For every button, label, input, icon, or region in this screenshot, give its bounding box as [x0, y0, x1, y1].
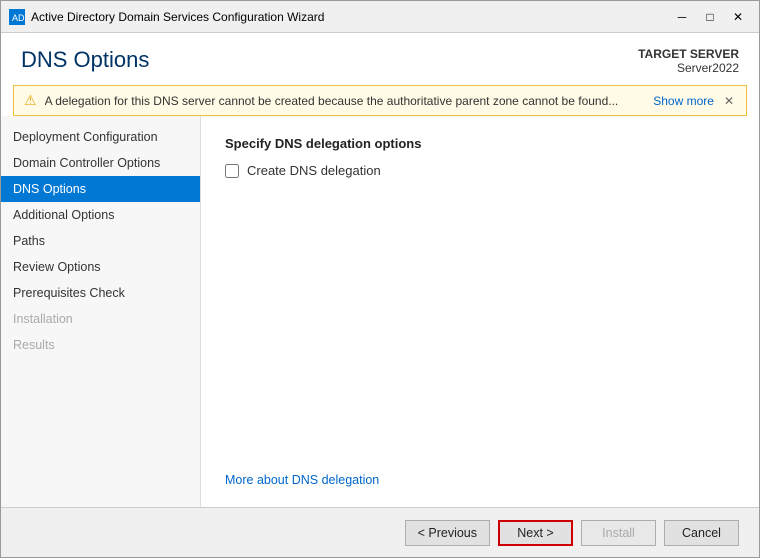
sidebar-item-paths[interactable]: Paths	[1, 228, 200, 254]
create-dns-delegation-label[interactable]: Create DNS delegation	[247, 163, 381, 178]
maximize-button[interactable]: □	[697, 7, 723, 27]
sidebar-item-prerequisites[interactable]: Prerequisites Check	[1, 280, 200, 306]
dns-delegation-row: Create DNS delegation	[225, 163, 735, 178]
server-label: TARGET SERVER	[638, 47, 739, 61]
close-button[interactable]: ✕	[725, 7, 751, 27]
previous-button[interactable]: < Previous	[405, 520, 490, 546]
server-name: Server2022	[638, 61, 739, 75]
content-spacer	[225, 194, 735, 473]
sidebar: Deployment Configuration Domain Controll…	[1, 116, 201, 507]
sidebar-item-domain-controller[interactable]: Domain Controller Options	[1, 150, 200, 176]
warning-icon: ⚠	[24, 92, 37, 109]
footer: < Previous Next > Install Cancel	[1, 507, 759, 557]
page-header: DNS Options TARGET SERVER Server2022	[1, 33, 759, 85]
warning-banner: ⚠ A delegation for this DNS server canno…	[13, 85, 747, 116]
server-info: TARGET SERVER Server2022	[638, 47, 739, 75]
next-button[interactable]: Next >	[498, 520, 573, 546]
window-title: Active Directory Domain Services Configu…	[31, 10, 669, 24]
section-title: Specify DNS delegation options	[225, 136, 735, 151]
minimize-button[interactable]: ─	[669, 7, 695, 27]
ad-icon: AD	[10, 10, 24, 24]
show-more-link[interactable]: Show more	[653, 94, 714, 108]
app-icon: AD	[9, 9, 25, 25]
cancel-button[interactable]: Cancel	[664, 520, 739, 546]
warning-message: A delegation for this DNS server cannot …	[45, 94, 646, 108]
content-area: Specify DNS delegation options Create DN…	[201, 116, 759, 507]
sidebar-item-deployment[interactable]: Deployment Configuration	[1, 124, 200, 150]
main-window: AD Active Directory Domain Services Conf…	[0, 0, 760, 558]
create-dns-delegation-checkbox[interactable]	[225, 164, 239, 178]
sidebar-item-installation: Installation	[1, 306, 200, 332]
title-bar: AD Active Directory Domain Services Conf…	[1, 1, 759, 33]
warning-close-button[interactable]: ✕	[722, 94, 736, 108]
main-content: Deployment Configuration Domain Controll…	[1, 116, 759, 507]
sidebar-item-results: Results	[1, 332, 200, 358]
dns-delegation-link[interactable]: More about DNS delegation	[225, 473, 735, 487]
install-button: Install	[581, 520, 656, 546]
sidebar-item-additional[interactable]: Additional Options	[1, 202, 200, 228]
window-controls: ─ □ ✕	[669, 7, 751, 27]
sidebar-item-dns-options[interactable]: DNS Options	[1, 176, 200, 202]
sidebar-item-review[interactable]: Review Options	[1, 254, 200, 280]
svg-text:AD: AD	[12, 13, 24, 23]
page-title: DNS Options	[21, 47, 149, 73]
